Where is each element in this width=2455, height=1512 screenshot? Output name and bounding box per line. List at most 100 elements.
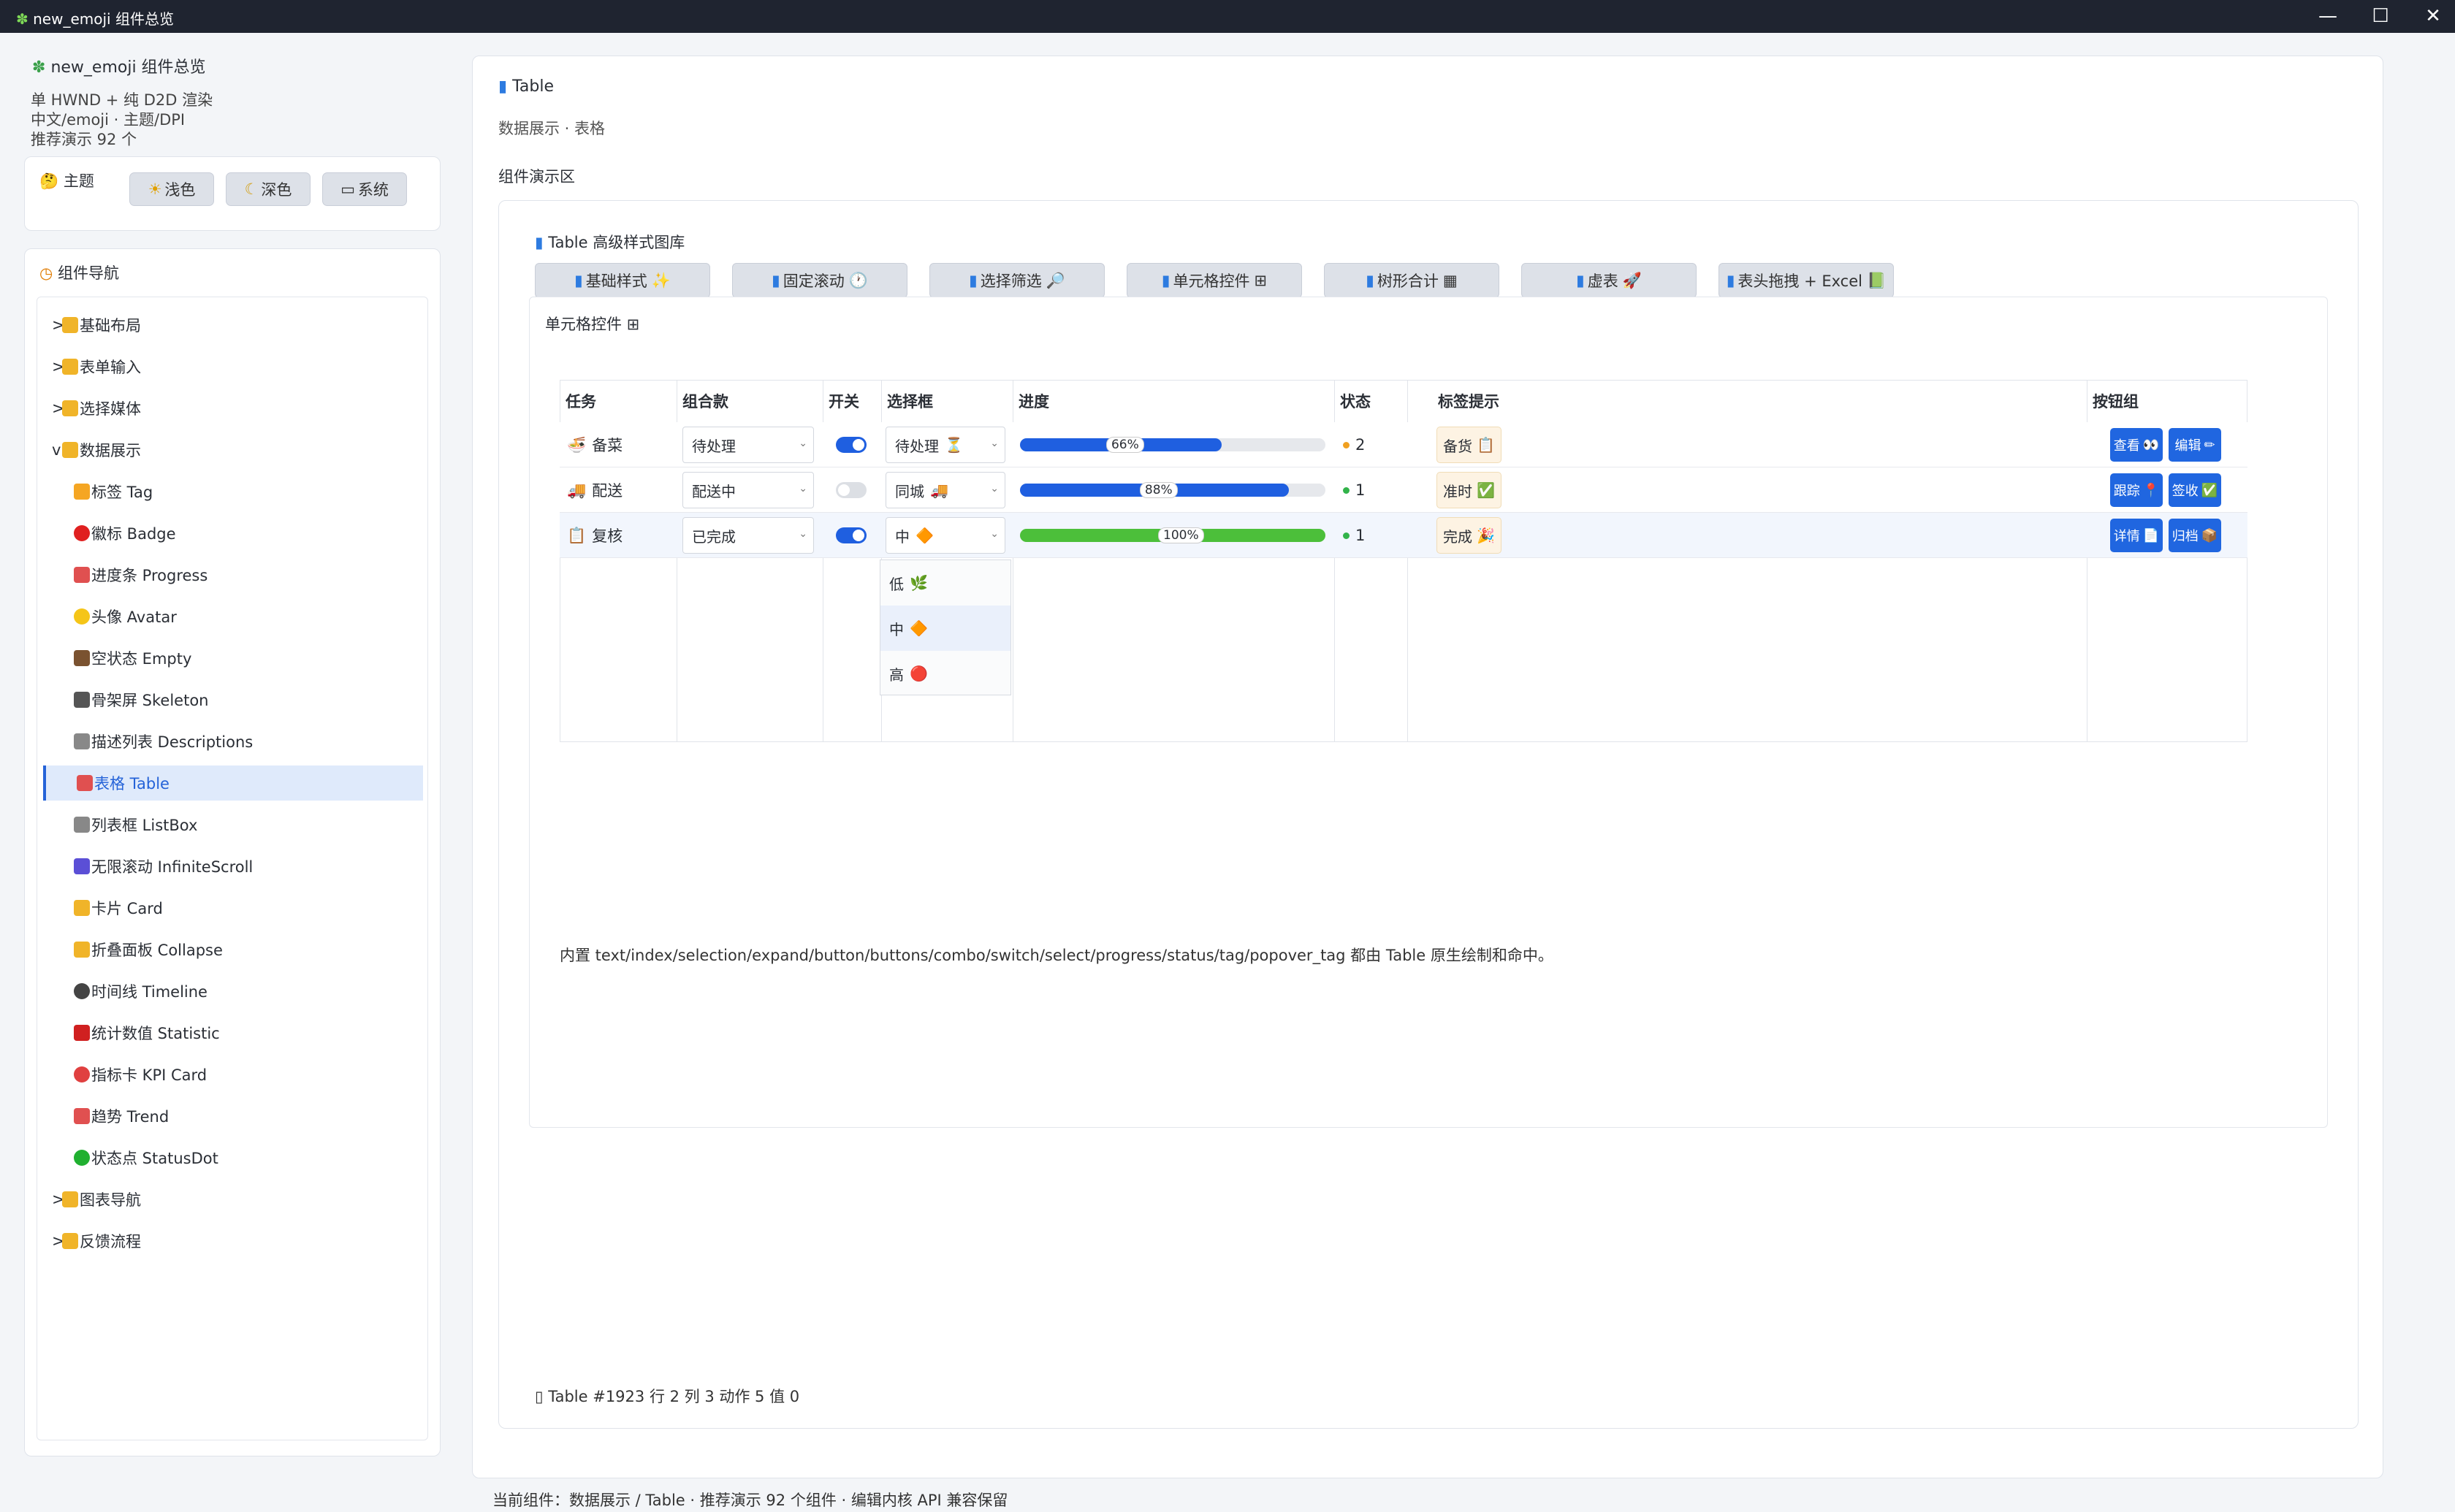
- table-header-0[interactable]: 任务: [566, 380, 596, 422]
- tab-6[interactable]: ▮ 表头拖拽 + Excel 📗: [1718, 263, 1894, 298]
- sidebar-item-20[interactable]: 状态点 StatusDot: [43, 1140, 423, 1175]
- tab-label: 选择筛选: [980, 272, 1042, 290]
- sidebar-item-6[interactable]: 进度条 Progress: [43, 557, 423, 592]
- compass-icon: ◷: [39, 264, 53, 282]
- table-header-1[interactable]: 组合款: [682, 380, 728, 422]
- progress-label: 88%: [1139, 482, 1178, 498]
- select-emoji-icon: ⏳: [945, 436, 963, 454]
- combo-field[interactable]: 已完成 ⌄: [682, 517, 814, 554]
- table-info: ▯ Table #1923 行 2 列 3 动作 5 值 0: [535, 1388, 800, 1405]
- tab-4[interactable]: ▮ 树形合计 ▦: [1324, 263, 1499, 298]
- mailbox-icon: [74, 650, 90, 666]
- table-header-7[interactable]: 按钮组: [2093, 380, 2139, 422]
- action-emoji-icon: 📦: [2201, 527, 2218, 543]
- theme-light-button[interactable]: ☀ 浅色: [129, 172, 214, 206]
- sidebar-app-title: ✽ new_emoji 组件总览: [32, 58, 206, 77]
- tab-emoji-icon: 🚀: [1622, 271, 1642, 289]
- sidebar-item-label: 骨架屏 Skeleton: [91, 692, 209, 709]
- tag-icon: [74, 484, 90, 500]
- sidebar-item-17[interactable]: 统计数值 Statistic: [43, 1015, 423, 1050]
- chevron-down-icon: ⌄: [799, 528, 807, 540]
- sidebar-item-16[interactable]: 时间线 Timeline: [43, 974, 423, 1009]
- table-header-5[interactable]: 状态: [1340, 380, 1371, 422]
- row-action-button[interactable]: 归档 📦: [2169, 519, 2221, 552]
- badge-icon: [74, 525, 90, 541]
- maximize-button[interactable]: ☐: [2366, 4, 2395, 28]
- progress-bar: 88%: [1020, 482, 1325, 498]
- table-header-6[interactable]: 标签提示: [1438, 380, 1499, 422]
- window-title: ✽ new_emoji 组件总览: [16, 10, 174, 28]
- sidebar-item-15[interactable]: 折叠面板 Collapse: [43, 932, 423, 967]
- dropdown-option[interactable]: 低 🌿: [880, 560, 1010, 606]
- sidebar-item-2[interactable]: > 选择媒体: [43, 391, 423, 426]
- select-field[interactable]: 中 🔶 ⌄: [886, 517, 1005, 554]
- popover-tag[interactable]: 准时 ✅: [1436, 472, 1501, 508]
- minimize-button[interactable]: —: [2313, 4, 2342, 28]
- dropdown-option[interactable]: 高 🔴: [880, 651, 1010, 696]
- chart-icon: ▮: [1726, 272, 1735, 289]
- sidebar-item-5[interactable]: 徽标 Badge: [43, 516, 423, 551]
- tab-1[interactable]: ▮ 固定滚动 🕐: [732, 263, 907, 298]
- action-label: 签收: [2172, 484, 2199, 499]
- sidebar-item-8[interactable]: 空状态 Empty: [43, 641, 423, 676]
- tab-0[interactable]: ▮ 基础样式 ✨: [535, 263, 710, 298]
- sidebar-item-label: 选择媒体: [80, 400, 141, 418]
- tab-5[interactable]: ▮ 虚表 🚀: [1521, 263, 1697, 298]
- sidebar-item-9[interactable]: 骨架屏 Skeleton: [43, 682, 423, 717]
- sidebar-item-22[interactable]: > 反馈流程: [43, 1223, 423, 1259]
- sidebar-item-7[interactable]: 头像 Avatar: [43, 599, 423, 634]
- row-action-button[interactable]: 跟踪 📍: [2110, 473, 2163, 507]
- popover-tag[interactable]: 完成 🎉: [1436, 517, 1501, 554]
- tab-emoji-icon: ▦: [1442, 272, 1458, 289]
- table-header-4[interactable]: 进度: [1019, 380, 1049, 422]
- sidebar-item-label: 描述列表 Descriptions: [91, 733, 254, 751]
- window-titlebar: ✽ new_emoji 组件总览 — ☐ ✕: [0, 0, 2455, 33]
- combo-value: 已完成: [692, 527, 736, 546]
- action-label: 归档: [2172, 529, 2199, 544]
- sidebar-item-19[interactable]: 趋势 Trend: [43, 1099, 423, 1134]
- close-button[interactable]: ✕: [2418, 4, 2448, 28]
- toggle-switch[interactable]: [836, 527, 867, 543]
- tab-2[interactable]: ▮ 选择筛选 🔎: [929, 263, 1105, 298]
- popover-tag[interactable]: 备货 📋: [1436, 427, 1501, 463]
- combo-field[interactable]: 配送中 ⌄: [682, 472, 814, 508]
- select-field[interactable]: 同城 🚚 ⌄: [886, 472, 1005, 508]
- chart-icon: ▮: [772, 272, 780, 289]
- status-bar: 当前组件：数据展示 / Table · 推荐演示 92 个组件 · 编辑内核 A…: [492, 1492, 1008, 1509]
- app-logo-icon: ✽: [32, 58, 46, 77]
- tab-3[interactable]: ▮ 单元格控件 ⊞: [1127, 263, 1302, 298]
- status-dot-icon: [1343, 532, 1350, 539]
- task-cell: 🚚 配送: [567, 467, 623, 513]
- table-header-3[interactable]: 选择框: [887, 380, 933, 422]
- sidebar-item-10[interactable]: 描述列表 Descriptions: [43, 724, 423, 759]
- sidebar-item-0[interactable]: > 基础布局: [43, 308, 423, 343]
- sidebar-item-1[interactable]: > 表单输入: [43, 349, 423, 384]
- row-action-button[interactable]: 查看 👀: [2110, 428, 2163, 462]
- demo-label: 组件演示区: [498, 168, 575, 186]
- sidebar-item-13[interactable]: 无限滚动 InfiniteScroll: [43, 849, 423, 884]
- toggle-switch[interactable]: [836, 437, 867, 453]
- theme-system-button[interactable]: ▭ 系统: [322, 172, 407, 206]
- sidebar-item-18[interactable]: 指标卡 KPI Card: [43, 1057, 423, 1092]
- combo-field[interactable]: 待处理 ⌄: [682, 427, 814, 463]
- sidebar-item-label: 指标卡 KPI Card: [91, 1066, 208, 1084]
- row-action-button[interactable]: 详情 📄: [2110, 519, 2163, 552]
- theme-dark-button[interactable]: ☾ 深色: [226, 172, 311, 206]
- select-field[interactable]: 待处理 ⏳ ⌄: [886, 427, 1005, 463]
- table-header-2[interactable]: 开关: [829, 380, 859, 422]
- sidebar-item-12[interactable]: 列表框 ListBox: [43, 807, 423, 842]
- sidebar-item-11[interactable]: 表格 Table: [43, 765, 423, 801]
- row-action-button[interactable]: 编辑 ✏: [2169, 428, 2221, 462]
- status-value: 2: [1355, 436, 1366, 454]
- folder-icon: [62, 442, 78, 458]
- dropdown-option[interactable]: 中 🔶: [880, 606, 1010, 651]
- sidebar-item-4[interactable]: 标签 Tag: [43, 474, 423, 509]
- row-action-button[interactable]: 签收 ✅: [2169, 473, 2221, 507]
- nav-expand-indicator: >: [52, 358, 65, 375]
- chevron-down-icon: ⌄: [990, 438, 999, 449]
- sidebar-item-14[interactable]: 卡片 Card: [43, 890, 423, 925]
- tag-emoji-icon: 📋: [1477, 436, 1495, 454]
- sidebar-item-21[interactable]: > 图表导航: [43, 1182, 423, 1217]
- sidebar-item-3[interactable]: v 数据展示: [43, 432, 423, 467]
- toggle-switch[interactable]: [836, 482, 867, 498]
